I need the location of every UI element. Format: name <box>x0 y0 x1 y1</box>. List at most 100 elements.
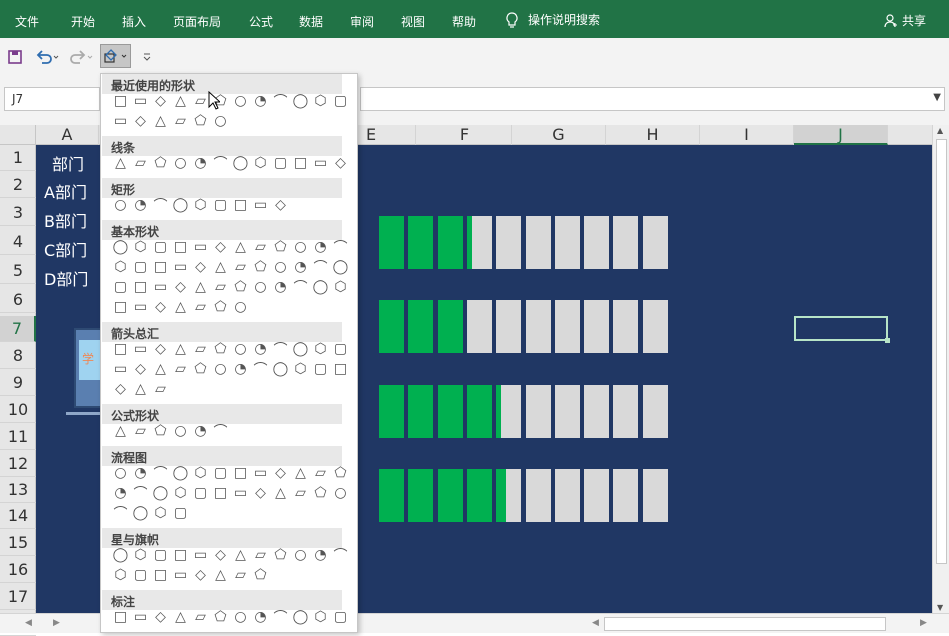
shape-option[interactable]: ▢ <box>131 258 150 275</box>
row-header-6[interactable]: 6 <box>0 287 36 313</box>
shape-option[interactable]: ◇ <box>111 380 130 397</box>
row-header-4[interactable]: 4 <box>0 229 36 255</box>
shape-option[interactable]: ▢ <box>331 92 350 109</box>
shape-option[interactable]: ▱ <box>191 608 210 625</box>
shape-option[interactable]: ◇ <box>151 608 170 625</box>
scroll-thumb[interactable] <box>936 139 947 564</box>
shape-option[interactable]: ◔ <box>271 278 290 295</box>
dept-cell[interactable]: C部门 <box>44 237 87 261</box>
shape-option[interactable]: ◔ <box>191 154 210 171</box>
shape-option[interactable]: ◔ <box>191 422 210 439</box>
shape-option[interactable]: ⬡ <box>311 340 330 357</box>
shape-option[interactable]: ⬡ <box>311 92 330 109</box>
shape-option[interactable]: △ <box>111 154 130 171</box>
shape-option[interactable]: △ <box>271 484 290 501</box>
shape-option[interactable]: △ <box>231 546 250 563</box>
shape-option[interactable]: ⬡ <box>111 566 130 583</box>
shapes-button[interactable] <box>100 44 131 68</box>
shape-option[interactable]: □ <box>231 196 250 213</box>
selected-cell-j7[interactable] <box>794 316 890 343</box>
tab-view[interactable]: 视图 <box>401 13 425 30</box>
shape-option[interactable]: ⬡ <box>191 464 210 481</box>
row-header-11[interactable]: 11 <box>0 424 36 450</box>
row-header-13[interactable]: 13 <box>0 477 36 503</box>
shape-option[interactable]: ○ <box>331 484 350 501</box>
row-header-7[interactable]: 7 <box>0 316 36 342</box>
shape-option[interactable]: ◯ <box>111 238 130 255</box>
next-sheet-icon[interactable]: ▶ <box>53 618 60 628</box>
shape-option[interactable]: □ <box>171 546 190 563</box>
shape-option[interactable]: ⬠ <box>191 112 210 129</box>
shape-option[interactable]: ⌒ <box>151 464 170 482</box>
shape-option[interactable]: ⌒ <box>331 238 350 256</box>
shape-option[interactable]: △ <box>171 608 190 625</box>
shape-option[interactable]: ○ <box>211 360 230 377</box>
shape-option[interactable]: ◇ <box>271 464 290 481</box>
shape-option[interactable]: ▢ <box>151 238 170 255</box>
shape-option[interactable]: ◔ <box>131 464 150 481</box>
scroll-up-icon[interactable]: ▲ <box>937 126 943 135</box>
fill-handle[interactable] <box>885 338 890 343</box>
shape-option[interactable]: ▭ <box>151 278 170 295</box>
shape-option[interactable]: ○ <box>231 92 250 109</box>
tab-file[interactable]: 文件 <box>15 13 39 30</box>
shape-option[interactable]: ▭ <box>231 484 250 501</box>
shape-option[interactable]: ◇ <box>331 154 350 171</box>
shape-option[interactable]: ⬠ <box>191 360 210 377</box>
shape-option[interactable]: ○ <box>271 258 290 275</box>
shape-option[interactable]: ▭ <box>131 298 150 315</box>
customize-qat-button[interactable] <box>142 47 152 67</box>
row-header-1[interactable]: 1 <box>0 145 36 171</box>
shape-option[interactable]: ◔ <box>291 258 310 275</box>
shape-option[interactable]: ▱ <box>291 484 310 501</box>
shape-option[interactable]: ◔ <box>311 546 330 563</box>
shape-option[interactable]: ○ <box>171 422 190 439</box>
shape-option[interactable]: ⬠ <box>251 566 270 583</box>
row-header-5[interactable]: 5 <box>0 258 36 284</box>
shape-option[interactable]: ◇ <box>191 258 210 275</box>
shape-option[interactable]: ▱ <box>171 360 190 377</box>
shape-option[interactable]: △ <box>211 258 230 275</box>
shape-option[interactable]: ⌒ <box>291 278 310 296</box>
shape-option[interactable]: ◇ <box>271 196 290 213</box>
shape-option[interactable]: ◯ <box>171 196 190 213</box>
shape-option[interactable]: ▭ <box>251 464 270 481</box>
shape-option[interactable]: ⬠ <box>271 546 290 563</box>
row-header-8[interactable]: 8 <box>0 343 36 369</box>
column-header-f[interactable]: F <box>418 125 512 145</box>
tab-data[interactable]: 数据 <box>299 13 323 30</box>
shape-option[interactable]: ⬡ <box>131 546 150 563</box>
shape-option[interactable]: ⌒ <box>331 546 350 564</box>
shape-option[interactable]: ⬠ <box>311 484 330 501</box>
shape-option[interactable]: ⬡ <box>331 278 350 295</box>
shape-option[interactable]: ⌒ <box>111 504 130 522</box>
shape-option[interactable]: ▭ <box>131 340 150 357</box>
column-header-h[interactable]: H <box>606 125 700 145</box>
shape-option[interactable]: △ <box>171 340 190 357</box>
shape-option[interactable]: ◔ <box>111 484 130 501</box>
tab-help[interactable]: 帮助 <box>452 13 476 30</box>
shape-option[interactable]: ▭ <box>191 546 210 563</box>
row-header-12[interactable]: 12 <box>0 451 36 477</box>
shape-option[interactable]: ◯ <box>291 340 310 357</box>
shape-option[interactable]: ▭ <box>131 608 150 625</box>
shape-option[interactable]: ⌒ <box>131 484 150 502</box>
row-header-2[interactable]: 2 <box>0 172 36 198</box>
shape-option[interactable]: ⌒ <box>211 422 230 440</box>
shape-option[interactable]: ▱ <box>251 546 270 563</box>
shape-option[interactable]: ▱ <box>231 258 250 275</box>
shape-option[interactable]: ◔ <box>131 196 150 213</box>
shape-option[interactable]: △ <box>151 360 170 377</box>
shape-option[interactable]: ◇ <box>131 112 150 129</box>
shape-option[interactable]: ▭ <box>251 196 270 213</box>
shape-option[interactable]: ⌒ <box>271 340 290 358</box>
shape-option[interactable]: ◔ <box>251 340 270 357</box>
shape-option[interactable]: ▭ <box>191 238 210 255</box>
tab-formulas[interactable]: 公式 <box>249 13 273 30</box>
shape-option[interactable]: ◯ <box>111 546 130 563</box>
shape-option[interactable]: ○ <box>211 112 230 129</box>
shape-option[interactable]: ◯ <box>311 278 330 295</box>
shape-option[interactable]: ⌒ <box>311 258 330 276</box>
row-header-9[interactable]: 9 <box>0 370 36 396</box>
header-cell[interactable]: 部门 <box>52 151 84 175</box>
